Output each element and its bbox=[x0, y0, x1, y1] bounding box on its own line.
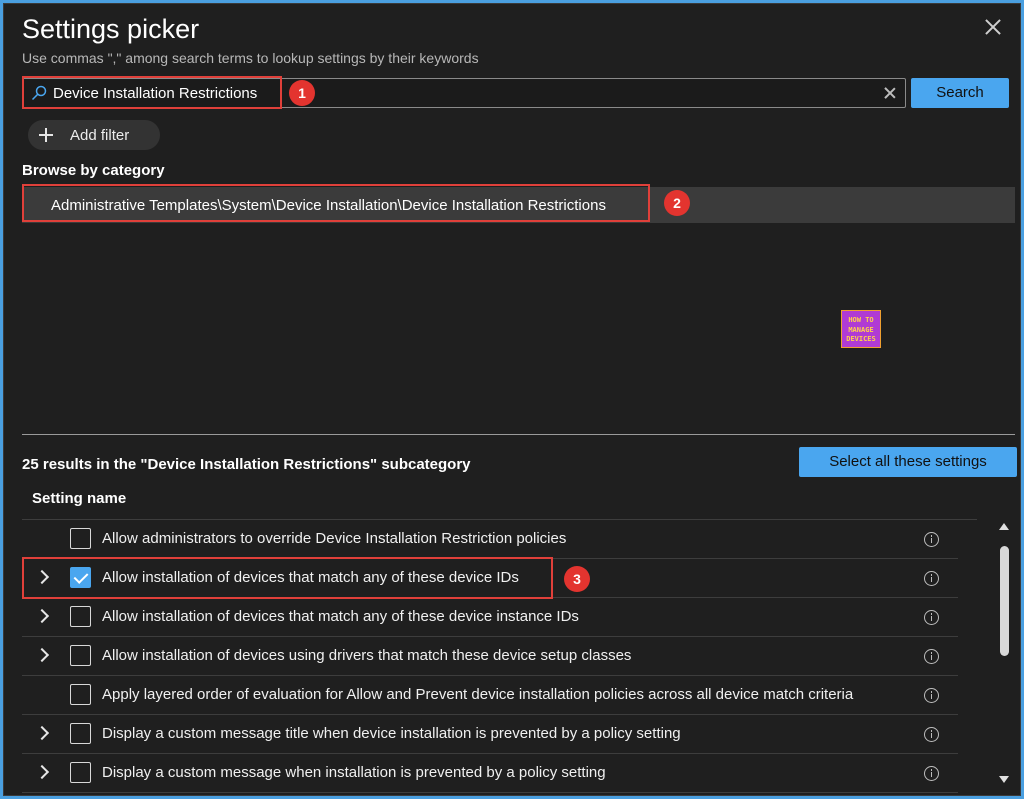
info-icon[interactable] bbox=[924, 688, 939, 703]
section-divider bbox=[22, 434, 1015, 435]
table-row[interactable]: Display a custom message when installati… bbox=[22, 754, 958, 793]
step-badge-2: 2 bbox=[664, 190, 690, 216]
setting-name: Allow administrators to override Device … bbox=[102, 530, 567, 547]
setting-name: Apply layered order of evaluation for Al… bbox=[102, 686, 854, 703]
info-icon[interactable] bbox=[924, 610, 939, 625]
setting-name: Allow installation of devices that match… bbox=[102, 608, 579, 625]
row-checkbox[interactable] bbox=[70, 528, 91, 549]
step-badge-3: 3 bbox=[564, 566, 590, 592]
table-row[interactable]: Apply layered order of evaluation for Al… bbox=[22, 676, 958, 715]
logo-line-2: MANAGE bbox=[848, 326, 874, 334]
chevron-right-icon[interactable] bbox=[34, 764, 50, 780]
browse-category-heading: Browse by category bbox=[22, 162, 165, 179]
row-checkbox[interactable] bbox=[70, 723, 91, 744]
table-row[interactable]: Display a custom message title when devi… bbox=[22, 715, 958, 754]
row-checkbox[interactable] bbox=[70, 645, 91, 666]
close-icon[interactable] bbox=[982, 16, 1004, 38]
panel-subtitle: Use commas "," among search terms to loo… bbox=[22, 50, 479, 66]
scroll-down-icon[interactable] bbox=[999, 776, 1009, 783]
table-row[interactable]: Allow installation of devices using driv… bbox=[22, 637, 958, 676]
add-filter-button[interactable]: Add filter bbox=[28, 120, 160, 150]
info-icon[interactable] bbox=[924, 649, 939, 664]
clear-search-icon[interactable] bbox=[883, 86, 897, 100]
chevron-right-icon[interactable] bbox=[34, 647, 50, 663]
setting-name: Display a custom message title when devi… bbox=[102, 725, 681, 742]
results-summary: 25 results in the "Device Installation R… bbox=[22, 456, 471, 473]
results-scrollbar[interactable] bbox=[996, 521, 1013, 785]
table-row[interactable]: Allow administrators to override Device … bbox=[22, 520, 958, 559]
search-button[interactable]: Search bbox=[911, 78, 1009, 108]
table-row[interactable]: Allow installation of devices that match… bbox=[22, 598, 958, 637]
highlight-category bbox=[22, 184, 650, 222]
step-badge-1: 1 bbox=[289, 80, 315, 106]
row-checkbox[interactable] bbox=[70, 606, 91, 627]
row-checkbox[interactable] bbox=[70, 762, 91, 783]
column-header-setting-name[interactable]: Setting name bbox=[32, 490, 126, 507]
plus-icon bbox=[39, 128, 53, 142]
setting-name: Display a custom message when installati… bbox=[102, 764, 606, 781]
chevron-right-icon[interactable] bbox=[34, 725, 50, 741]
settings-picker-panel: Settings picker Use commas "," among sea… bbox=[3, 3, 1021, 796]
logo-line-3: DEVICES bbox=[846, 335, 876, 343]
add-filter-label: Add filter bbox=[70, 127, 130, 144]
row-checkbox[interactable] bbox=[70, 684, 91, 705]
info-icon[interactable] bbox=[924, 532, 939, 547]
logo-line-1: HOW TO bbox=[848, 316, 874, 324]
setting-name: Allow installation of devices using driv… bbox=[102, 647, 632, 664]
highlight-search-box bbox=[22, 76, 282, 109]
info-icon[interactable] bbox=[924, 766, 939, 781]
scrollbar-thumb[interactable] bbox=[1000, 546, 1009, 656]
panel-title: Settings picker bbox=[22, 14, 200, 44]
select-all-button[interactable]: Select all these settings bbox=[799, 447, 1017, 477]
info-icon[interactable] bbox=[924, 727, 939, 742]
how-to-manage-devices-logo: HOW TO MANAGE DEVICES bbox=[841, 310, 881, 348]
highlight-selected-setting bbox=[22, 557, 553, 599]
info-icon[interactable] bbox=[924, 571, 939, 586]
scroll-up-icon[interactable] bbox=[999, 523, 1009, 530]
chevron-right-icon[interactable] bbox=[34, 608, 50, 624]
